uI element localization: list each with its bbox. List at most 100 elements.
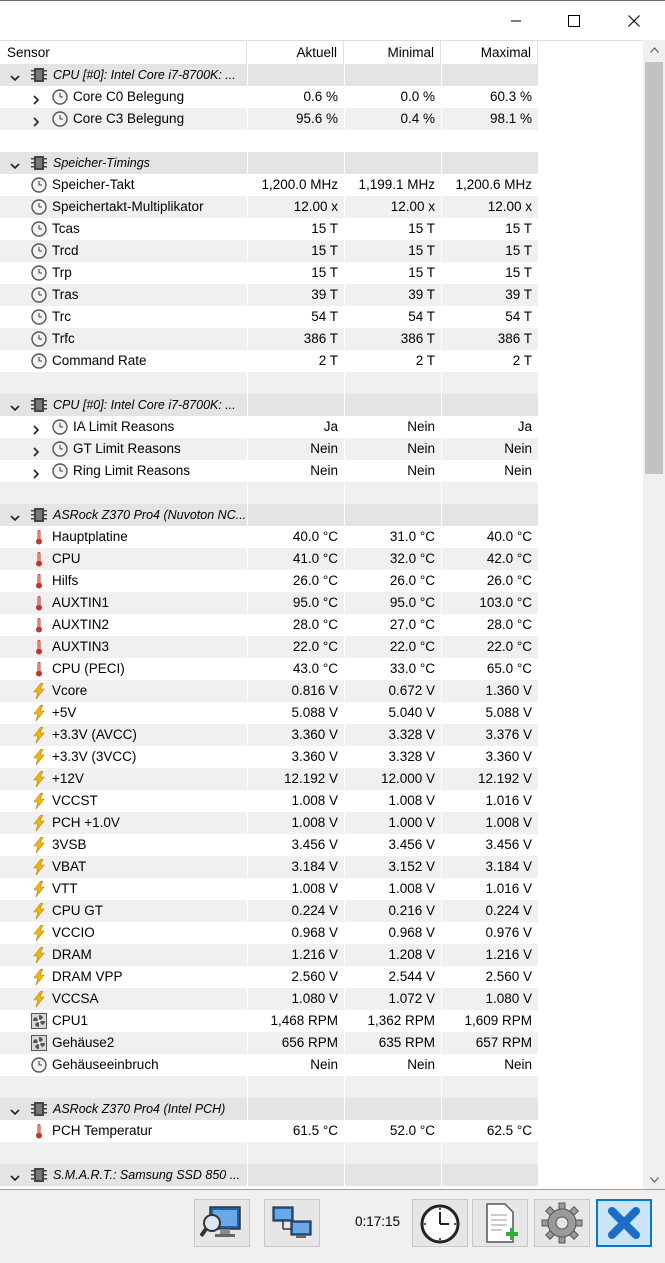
value-minimal: 32.0 °C (344, 548, 441, 570)
chevron-right-icon[interactable] (30, 443, 42, 457)
sensor-row[interactable]: 3VSB 3.456 V 3.456 V 3.456 V (0, 834, 643, 856)
sensor-group-row[interactable]: CPU [#0]: Intel Core i7-8700K: ... (0, 64, 643, 86)
chevron-right-icon[interactable] (30, 113, 42, 127)
chevron-right-icon[interactable] (30, 421, 42, 435)
chevron-down-icon[interactable] (9, 1103, 21, 1116)
sensor-row[interactable]: Speicher-Takt 1,200.0 MHz 1,199.1 MHz 1,200… (0, 174, 643, 196)
sensor-row[interactable]: Trp 15 T 15 T 15 T (0, 262, 643, 284)
sensor-row[interactable]: +3.3V (3VCC) 3.360 V 3.328 V 3.360 V (0, 746, 643, 768)
sensor-row[interactable]: PCH Temperatur 61.5 °C 52.0 °C 62.5 °C (0, 1120, 643, 1142)
exit-button[interactable] (596, 1199, 652, 1247)
sensor-row[interactable]: +5V 5.088 V 5.040 V 5.088 V (0, 702, 643, 724)
value-aktuell: 61.5 °C (247, 1120, 344, 1142)
column-header-aktuell[interactable]: Aktuell (247, 41, 344, 64)
sensor-rows: CPU [#0]: Intel Core i7-8700K: ... Core C… (0, 64, 643, 1186)
add-report-button[interactable] (472, 1199, 528, 1247)
sensor-cell: Trc (0, 306, 247, 328)
sensor-row[interactable]: CPU GT 0.224 V 0.216 V 0.224 V (0, 900, 643, 922)
sensor-row[interactable]: AUXTIN3 22.0 °C 22.0 °C 22.0 °C (0, 636, 643, 658)
value-minimal: 0.672 V (344, 680, 441, 702)
sensor-cell: DRAM VPP (0, 966, 247, 988)
sensor-row[interactable]: Ring Limit Reasons Nein Nein Nein (0, 460, 643, 482)
empty-cell (247, 152, 344, 174)
value-aktuell: 1.216 V (247, 944, 344, 966)
sensor-group-row[interactable]: ASRock Z370 Pro4 (Nuvoton NC... (0, 504, 643, 526)
sensor-row[interactable]: Tras 39 T 39 T 39 T (0, 284, 643, 306)
sensor-label: PCH Temperatur (52, 1123, 153, 1138)
sensor-row[interactable]: Tcas 15 T 15 T 15 T (0, 218, 643, 240)
sensor-row[interactable]: VTT 1.008 V 1.008 V 1.016 V (0, 878, 643, 900)
sensor-row[interactable]: Speichertakt-Multiplikator 12.00 x 12.00 x… (0, 196, 643, 218)
sensor-row[interactable]: Core C3 Belegung 95.6 % 0.4 % 98.1 % (0, 108, 643, 130)
sensor-cell: PCH +1.0V (0, 812, 247, 834)
clock-icon (31, 177, 47, 193)
chip-icon (31, 397, 47, 413)
sensor-row[interactable]: CPU (PECI) 43.0 °C 33.0 °C 65.0 °C (0, 658, 643, 680)
sensor-row[interactable]: Trc 54 T 54 T 54 T (0, 306, 643, 328)
sensor-row[interactable]: PCH +1.0V 1.008 V 1.000 V 1.008 V (0, 812, 643, 834)
sensor-row[interactable]: VBAT 3.184 V 3.152 V 3.184 V (0, 856, 643, 878)
lightning-icon (31, 880, 47, 898)
sensor-row[interactable]: CPU1 1,468 RPM 1,362 RPM 1,609 RPM (0, 1010, 643, 1032)
sensor-row[interactable]: GT Limit Reasons Nein Nein Nein (0, 438, 643, 460)
scroll-down-button[interactable] (643, 1170, 665, 1189)
sensor-row[interactable]: AUXTIN1 95.0 °C 95.0 °C 103.0 °C (0, 592, 643, 614)
chevron-right-icon[interactable] (30, 465, 42, 479)
chevron-down-icon[interactable] (9, 157, 21, 170)
sensor-row[interactable]: Gehäuse2 656 RPM 635 RPM 657 RPM (0, 1032, 643, 1054)
sensor-group-row[interactable]: Speicher-Timings (0, 152, 643, 174)
sensor-row[interactable]: Hilfs 26.0 °C 26.0 °C 26.0 °C (0, 570, 643, 592)
sensor-row[interactable]: VCCIO 0.968 V 0.968 V 0.976 V (0, 922, 643, 944)
sensor-cell: CPU [#0]: Intel Core i7-8700K: ... (0, 394, 247, 416)
column-header-sensor[interactable]: Sensor (0, 41, 247, 64)
chevron-right-icon[interactable] (30, 91, 42, 105)
sensor-cell (0, 1076, 247, 1098)
chevron-down-icon[interactable] (9, 69, 21, 82)
sensor-row[interactable]: DRAM VPP 2.560 V 2.544 V 2.560 V (0, 966, 643, 988)
clock-button[interactable] (412, 1199, 468, 1247)
group-label: CPU [#0]: Intel Core i7-8700K: ... (53, 398, 236, 412)
scrollbar-thumb[interactable] (645, 62, 663, 474)
chevron-down-icon[interactable] (9, 509, 21, 522)
chevron-down-icon[interactable] (9, 399, 21, 412)
vertical-scrollbar[interactable] (643, 40, 665, 1189)
sensor-cell: Core C0 Belegung (0, 86, 247, 108)
sensor-row[interactable]: VCCSA 1.080 V 1.072 V 1.080 V (0, 988, 643, 1010)
sensor-row[interactable]: Core C0 Belegung 0.6 % 0.0 % 60.3 % (0, 86, 643, 108)
sensor-row[interactable]: Gehäuseeinbruch Nein Nein Nein (0, 1054, 643, 1076)
settings-button[interactable] (534, 1199, 590, 1247)
value-maximal: 1.360 V (441, 680, 538, 702)
maximize-button[interactable] (544, 2, 604, 40)
empty-cell (441, 394, 538, 416)
scroll-up-button[interactable] (643, 40, 665, 60)
column-header-maximal[interactable]: Maximal (441, 41, 538, 64)
sensor-row[interactable]: VCCST 1.008 V 1.008 V 1.016 V (0, 790, 643, 812)
sensor-row[interactable]: Trcd 15 T 15 T 15 T (0, 240, 643, 262)
sensor-row[interactable]: AUXTIN2 28.0 °C 27.0 °C 28.0 °C (0, 614, 643, 636)
empty-cell (247, 1164, 344, 1186)
sensor-row[interactable]: Command Rate 2 T2 T2 T (0, 350, 643, 372)
report-button[interactable] (194, 1199, 250, 1247)
sensor-row[interactable]: +3.3V (AVCC) 3.360 V 3.328 V 3.376 V (0, 724, 643, 746)
value-maximal: 5.088 V (441, 702, 538, 724)
minimize-button[interactable] (486, 2, 546, 40)
network-button[interactable] (264, 1199, 320, 1247)
sensor-row[interactable]: Hauptplatine 40.0 °C 31.0 °C 40.0 °C (0, 526, 643, 548)
sensor-group-row[interactable]: S.M.A.R.T.: Samsung SSD 850 ... (0, 1164, 643, 1186)
sensor-row[interactable]: CPU 41.0 °C 32.0 °C 42.0 °C (0, 548, 643, 570)
sensor-group-row[interactable]: CPU [#0]: Intel Core i7-8700K: ... (0, 394, 643, 416)
value-aktuell: 95.0 °C (247, 592, 344, 614)
sensor-row[interactable]: +12V 12.192 V 12.000 V 12.192 V (0, 768, 643, 790)
value-minimal: Nein (344, 438, 441, 460)
sensor-group-row[interactable]: ASRock Z370 Pro4 (Intel PCH) (0, 1098, 643, 1120)
empty-cell (441, 64, 538, 86)
chevron-down-icon[interactable] (9, 1169, 21, 1182)
sensor-row[interactable]: DRAM 1.216 V 1.208 V 1.216 V (0, 944, 643, 966)
sensor-row[interactable]: Trfc 386 T 386 T 386 T (0, 328, 643, 350)
sensor-row[interactable]: Vcore 0.816 V 0.672 V 1.360 V (0, 680, 643, 702)
column-header-minimal[interactable]: Minimal (344, 41, 441, 64)
close-button[interactable] (604, 2, 664, 40)
value-aktuell: 40.0 °C (247, 526, 344, 548)
sensor-row[interactable]: IA Limit Reasons Ja Nein Ja (0, 416, 643, 438)
clock-icon (31, 221, 47, 237)
